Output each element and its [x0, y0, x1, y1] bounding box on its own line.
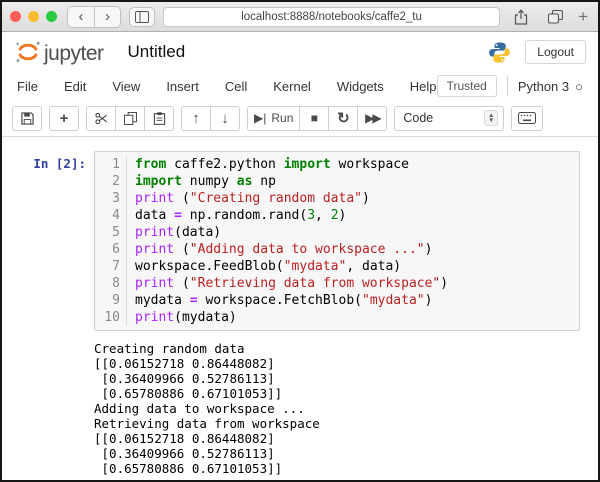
run-icon: ▶|	[254, 111, 267, 125]
menu-item-insert[interactable]: Insert	[166, 79, 199, 94]
move-up-icon: ↑	[192, 109, 200, 127]
code-line: print ("Adding data to workspace ...")	[135, 242, 433, 257]
header-right: Logout	[488, 40, 586, 64]
code-line: print ("Retrieving data from workspace")	[135, 276, 449, 291]
line-number-gutter: 1 2 3 4 5 6 7 8 9 10	[95, 156, 127, 326]
save-icon	[20, 111, 34, 125]
tab-overview-icon	[135, 10, 149, 23]
keyboard-icon	[518, 112, 537, 124]
menubar-right: Trusted Python 3 ○	[436, 75, 583, 97]
run-label: Run	[271, 111, 294, 125]
jupyter-header: jupyter Untitled Logout	[2, 32, 598, 72]
minimize-window-button[interactable]	[28, 11, 39, 22]
kernel-name: Python 3	[517, 78, 570, 94]
jupyter-logo[interactable]: jupyter	[14, 38, 104, 66]
python-logo-icon	[489, 41, 511, 63]
browser-window: ‹ › localhost:8888/notebooks/caffe2_tu +	[0, 0, 600, 482]
address-bar[interactable]: localhost:8888/notebooks/caffe2_tu	[163, 6, 501, 27]
code-line: from caffe2.python import workspace	[135, 157, 409, 172]
line-number: 4	[112, 208, 120, 223]
menu-item-kernel[interactable]: Kernel	[273, 79, 311, 94]
move-cell-down-button[interactable]: ↓	[210, 105, 240, 131]
window-controls	[10, 11, 57, 22]
code-input-area[interactable]: 1 2 3 4 5 6 7 8 9 10 from caffe2.python import wo…	[94, 151, 580, 331]
paste-cell-button[interactable]	[144, 105, 174, 131]
new-tab-button[interactable]: +	[576, 7, 590, 27]
forward-button[interactable]: ›	[94, 6, 120, 27]
copy-cell-button[interactable]	[115, 105, 145, 131]
code-line: mydata = workspace.FetchBlob("mydata")	[135, 293, 433, 308]
notebook-toolbar: + ↑ ↓ ▶| Run ■ ↻ ▶▶ Code ▲ ▼	[2, 100, 598, 137]
close-window-button[interactable]	[10, 11, 21, 22]
add-cell-button[interactable]: +	[49, 105, 79, 131]
restart-kernel-button[interactable]: ↻	[328, 105, 359, 131]
kernel-idle-icon: ○	[575, 78, 583, 94]
move-down-icon: ↓	[221, 109, 229, 127]
line-number: 3	[112, 191, 120, 206]
cell-type-dropdown[interactable]: Code ▲ ▼	[394, 105, 505, 131]
menu-item-view[interactable]: View	[112, 79, 140, 94]
paste-icon	[153, 111, 165, 125]
save-button[interactable]	[12, 105, 42, 131]
code-cell: In [2]: 1 2 3 4 5 6 7 8 9 10 from caffe2.python i…	[2, 151, 598, 331]
restart-icon: ↻	[337, 109, 350, 127]
interrupt-kernel-button[interactable]: ■	[299, 105, 330, 131]
nav-buttons: ‹ ›	[67, 5, 121, 28]
menu-item-edit[interactable]: Edit	[64, 79, 86, 94]
run-cell-button[interactable]: ▶| Run	[247, 105, 301, 131]
forward-icon: ›	[105, 8, 110, 25]
back-icon: ‹	[78, 8, 84, 25]
notebook-body: In [2]: 1 2 3 4 5 6 7 8 9 10 from caffe2.python i…	[2, 137, 598, 480]
trusted-badge[interactable]: Trusted	[436, 75, 497, 97]
zoom-window-button[interactable]	[46, 11, 57, 22]
line-number: 8	[112, 276, 120, 291]
code-line: print(data)	[135, 225, 222, 240]
code-line: print(mydata)	[135, 310, 237, 325]
menu-item-widgets[interactable]: Widgets	[337, 79, 384, 94]
notebook-title[interactable]: Untitled	[128, 42, 186, 62]
logout-button[interactable]: Logout	[525, 40, 586, 64]
menu-item-cell[interactable]: Cell	[225, 79, 247, 94]
menubar-items: File Edit View Insert Cell Kernel Widgets Help	[17, 79, 437, 94]
copy-icon	[123, 111, 137, 125]
jupyter-logo-text: jupyter	[44, 42, 104, 65]
tabs-icon	[547, 9, 563, 24]
code-line: data = np.random.rand(3, 2)	[135, 208, 347, 223]
browser-chrome: ‹ › localhost:8888/notebooks/caffe2_tu +	[2, 2, 598, 32]
run-all-icon: ▶▶	[365, 111, 382, 125]
restart-run-all-button[interactable]: ▶▶	[357, 105, 388, 131]
kernel-indicator: Python 3 ○	[506, 76, 583, 96]
dropdown-stepper-icon: ▲ ▼	[483, 110, 499, 126]
line-number: 5	[112, 225, 120, 240]
code-line: print ("Creating random data")	[135, 191, 370, 206]
line-number: 10	[104, 310, 120, 325]
line-number: 6	[112, 242, 120, 257]
move-cell-up-button[interactable]: ↑	[181, 105, 211, 131]
add-cell-icon: +	[59, 109, 69, 127]
back-button[interactable]: ‹	[68, 7, 94, 27]
jupyter-logo-icon	[16, 41, 40, 63]
cut-cell-button[interactable]	[86, 105, 116, 131]
menu-item-help[interactable]: Help	[410, 79, 437, 94]
line-number: 9	[112, 293, 120, 308]
address-url: localhost:8888/notebooks/caffe2_tu	[241, 10, 422, 23]
cut-icon	[94, 112, 107, 124]
show-tabs-button[interactable]	[542, 7, 568, 27]
tab-overview-button[interactable]	[129, 6, 155, 27]
code-lines: from caffe2.python import workspace impor…	[127, 156, 448, 326]
line-number: 1	[112, 157, 120, 172]
code-line: import numpy as np	[135, 174, 276, 189]
menu-item-file[interactable]: File	[17, 79, 38, 94]
stop-icon: ■	[310, 111, 318, 125]
share-button[interactable]	[508, 7, 534, 27]
input-prompt: In [2]:	[33, 156, 86, 171]
line-number: 2	[112, 174, 120, 189]
command-palette-button[interactable]	[511, 105, 544, 131]
code-line: workspace.FeedBlob("mydata", data)	[135, 259, 402, 274]
menubar: File Edit View Insert Cell Kernel Widgets Help …	[2, 72, 598, 100]
cell-type-value: Code	[403, 111, 434, 125]
line-number: 7	[112, 259, 120, 274]
share-icon	[514, 8, 528, 25]
cell-output: Creating random data [[0.06152718 0.8644…	[94, 341, 320, 476]
